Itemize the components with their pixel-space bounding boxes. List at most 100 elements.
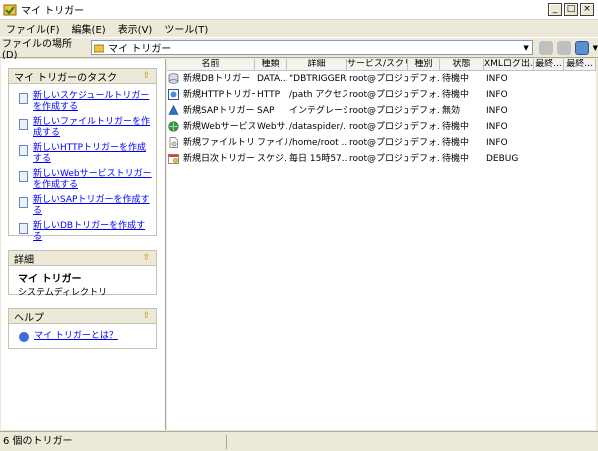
view-dropdown-icon[interactable]: ▼ [593,44,598,52]
file-trigger-icon [169,137,178,148]
column-header-last-1[interactable]: 最終... [534,59,564,71]
column-header-service[interactable]: サービス/スクリ... [347,59,408,71]
trigger-list-view: 名前 種類 詳細 サービス/スクリ... 種別 状態 XMLログ出... 最終.… [167,59,596,430]
task-label[interactable]: 新しいWebサービストリガーを作成する [33,169,152,191]
cell-kind: デフォ... [410,74,440,84]
address-combobox[interactable]: マイ トリガー ▼ [91,40,533,55]
help-link-label[interactable]: マイ トリガーとは？ [34,331,118,342]
table-row[interactable]: 新規日次トリガー スケジ... 毎日 15時57... root@プロジェク..… [167,151,596,167]
minimize-button[interactable]: _ [548,3,562,16]
table-row[interactable]: 新規SAPトリガー SAP インテグレーショ... root@プロジェク... … [167,103,596,119]
cell-status: 待機中 [442,74,470,84]
cell-kind: デフォ... [410,122,440,132]
address-dropdown-button[interactable]: ▼ [520,41,532,54]
details-panel-header[interactable]: 詳細 ⇧ [9,251,156,266]
address-bar: ファイルの場所 (D) マイ トリガー ▼ ▼ [0,37,598,61]
task-label[interactable]: 新しいHTTPトリガーを作成する [33,143,152,165]
back-icon[interactable] [538,40,553,55]
help-panel-title: ヘルプ [14,312,44,324]
task-label[interactable]: 新しいSAPトリガーを作成する [33,195,152,217]
document-icon [19,223,28,234]
cell-name: 新規DBトリガー [183,74,251,84]
help-icon [19,332,29,342]
task-label[interactable]: 新しいファイルトリガーを作成する [33,117,152,139]
cell-xml-log: INFO [486,74,508,84]
cell-service: root@プロジェク... [349,154,408,164]
cell-status: 無効 [442,106,461,116]
document-icon [19,93,28,104]
menu-view[interactable]: 表示(V) [118,21,153,36]
task-new-web-service-trigger[interactable]: 新しいWebサービストリガーを作成する [9,169,156,191]
app-icon [3,4,17,15]
task-new-db-trigger[interactable]: 新しいDBトリガーを作成する [9,221,156,243]
cell-xml-log: INFO [486,138,508,148]
cell-xml-log: INFO [486,90,508,100]
view-options-icon[interactable] [574,40,589,55]
cell-type: ファイル [257,138,287,148]
cell-name: 新規Webサービスト... [183,122,255,132]
collapse-icon[interactable]: ⇧ [141,71,152,82]
details-type: システムディレクトリ [18,288,108,298]
task-new-schedule-trigger[interactable]: 新しいスケジュールトリガーを作成する [9,91,156,113]
column-header-name[interactable]: 名前 [167,59,255,71]
table-row[interactable]: 新規HTTPトリガー HTTP /path アクセス... root@プロジェク… [167,87,596,103]
folder-icon [94,44,105,52]
collapse-icon[interactable]: ⇧ [141,311,152,322]
table-row[interactable]: 新規DBトリガー DATA... "DBTRIGGER... root@プロジェ… [167,71,596,87]
cell-type: Webサ... [257,122,287,132]
maximize-button[interactable]: □ [564,3,578,16]
details-panel: 詳細 ⇧ マイ トリガー システムディレクトリ [8,250,157,298]
cell-kind: デフォ... [410,138,440,148]
schedule-trigger-icon [168,154,179,164]
details-panel-title: 詳細 [14,254,34,266]
task-new-http-trigger[interactable]: 新しいHTTPトリガーを作成する [9,143,156,165]
menu-tools[interactable]: ツール(T) [164,21,208,36]
chevron-down-icon: ▼ [523,43,529,52]
cell-xml-log: DEBUG [486,154,519,164]
status-text: 6 個のトリガー [0,434,227,449]
tasks-panel: マイ トリガーのタスク ⇧ 新しいスケジュールトリガーを作成する 新しいファイル… [8,68,157,242]
address-value: マイ トリガー [108,44,172,55]
close-button[interactable]: × [580,3,594,16]
toolbar-icons: ▼ [538,40,598,55]
cell-detail: /home/root ... [289,138,347,148]
cell-type: DATA... [257,74,287,84]
column-header-kind[interactable]: 種別 [408,59,440,71]
collapse-icon[interactable]: ⇧ [141,253,152,264]
tasks-panel-header[interactable]: マイ トリガーのタスク ⇧ [9,69,156,84]
task-label[interactable]: 新しいスケジュールトリガーを作成する [33,91,152,113]
cell-kind: デフォ... [410,90,440,100]
cell-service: root@プロジェク... [349,106,408,116]
task-label[interactable]: 新しいDBトリガーを作成する [33,221,152,243]
column-header-status[interactable]: 状態 [440,59,484,71]
task-pane: マイ トリガーのタスク ⇧ 新しいスケジュールトリガーを作成する 新しいファイル… [1,59,166,430]
title-bar: マイ トリガー _ □ × [0,0,598,20]
column-header-xml-log[interactable]: XMLログ出... [484,59,534,71]
help-panel-header[interactable]: ヘルプ ⇧ [9,309,156,324]
cell-detail: 毎日 15時57... [289,154,347,164]
status-bar: 6 個のトリガー [0,431,598,451]
document-icon [19,197,28,208]
cell-status: 待機中 [442,138,470,148]
menu-bar: ファイル(F) 編集(E) 表示(V) ツール(T) [0,20,598,37]
tasks-panel-title: マイ トリガーのタスク [14,72,118,84]
cell-service: root@プロジェク... [349,122,408,132]
window-title: マイ トリガー [21,6,85,17]
cell-kind: デフォ... [410,106,440,116]
column-header-last-2[interactable]: 最終... [564,59,596,71]
task-new-sap-trigger[interactable]: 新しいSAPトリガーを作成する [9,195,156,217]
column-header-detail[interactable]: 詳細 [287,59,347,71]
details-name: マイ トリガー [18,274,82,285]
cell-name: 新規SAPトリガー [183,106,255,116]
column-header-type[interactable]: 種類 [255,59,287,71]
task-new-file-trigger[interactable]: 新しいファイルトリガーを作成する [9,117,156,139]
sap-trigger-icon [168,105,179,115]
http-trigger-icon [168,89,179,100]
help-panel: ヘルプ ⇧ マイ トリガーとは？ [8,308,157,349]
table-row[interactable]: 新規ファイルトリガー ファイル /home/root ... root@プロジェ… [167,135,596,151]
help-link[interactable]: マイ トリガーとは？ [9,331,156,342]
table-row[interactable]: 新規Webサービスト... Webサ... /dataspider/... ro… [167,119,596,135]
address-label: ファイルの場所 (D) [2,38,72,61]
cell-kind: デフォ... [410,154,440,164]
forward-icon[interactable] [556,40,571,55]
